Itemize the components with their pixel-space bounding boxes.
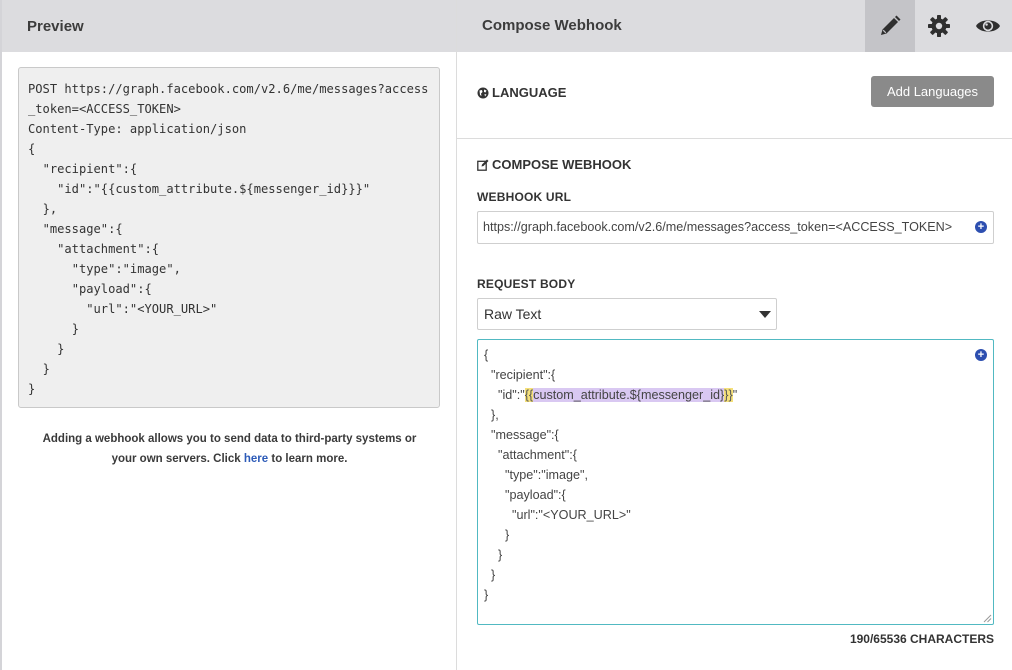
language-label: LANGUAGE <box>492 85 567 100</box>
request-body-label: REQUEST BODY <box>477 277 576 291</box>
language-row: LANGUAGE Add Languages <box>477 76 994 108</box>
webhook-url-input[interactable]: https://graph.facebook.com/v2.6/me/messa… <box>477 211 994 244</box>
resize-handle-icon[interactable] <box>982 613 992 623</box>
pencil-icon <box>881 15 901 35</box>
globe-icon <box>477 87 489 98</box>
request-body-format-value: Raw Text <box>484 306 542 322</box>
eye-icon <box>975 20 1000 32</box>
preview-code-box: POST https://graph.facebook.com/v2.6/me/… <box>18 67 440 408</box>
webhook-url-label: WEBHOOK URL <box>477 190 572 204</box>
add-languages-button[interactable]: Add Languages <box>871 76 994 107</box>
language-section-title: LANGUAGE <box>477 85 566 100</box>
compose-header: Compose Webhook <box>457 0 1012 52</box>
compose-webhook-section-title: COMPOSE WEBHOOK <box>477 157 631 172</box>
body-insert-plus-icon[interactable]: + <box>975 349 987 361</box>
info-text-before: Adding a webhook allows you to send data… <box>42 433 417 465</box>
liquid-variable: custom_attribute.${messenger_id} <box>533 388 725 402</box>
info-text: Adding a webhook allows you to send data… <box>32 429 427 469</box>
preview-tab-button[interactable] <box>963 0 1012 52</box>
chevron-down-icon <box>759 311 771 318</box>
compose-title: Compose Webhook <box>482 17 622 34</box>
body-lines-after: " }, "message":{ "attachment":{ "type":"… <box>484 388 738 602</box>
url-insert-plus-icon[interactable]: + <box>975 221 987 233</box>
liquid-close-brace: }} <box>724 388 733 402</box>
learn-more-link[interactable]: here <box>244 453 268 465</box>
preview-code: POST https://graph.facebook.com/v2.6/me/… <box>28 82 429 396</box>
request-body-format-select[interactable]: Raw Text <box>477 298 777 330</box>
character-count: 190/65536 CHARACTERS <box>849 632 994 646</box>
preview-panel: Preview POST https://graph.facebook.com/… <box>0 0 457 670</box>
settings-tab-button[interactable] <box>915 0 963 52</box>
info-text-after: to learn more. <box>268 453 348 465</box>
preview-header: Preview <box>2 0 456 52</box>
edit-icon <box>477 159 489 171</box>
gear-icon <box>928 15 950 37</box>
request-body-content: { "recipient":{ "id":"{{custom_attribute… <box>484 345 987 605</box>
preview-title: Preview <box>27 17 84 35</box>
request-body-textarea[interactable]: { "recipient":{ "id":"{{custom_attribute… <box>477 339 994 625</box>
liquid-open-brace: {{ <box>524 388 534 402</box>
compose-webhook-label: COMPOSE WEBHOOK <box>492 157 632 172</box>
section-divider <box>457 138 1012 139</box>
edit-tab-button[interactable] <box>865 0 915 52</box>
webhook-composer: Preview POST https://graph.facebook.com/… <box>0 0 1012 670</box>
compose-panel: Compose Webhook LANGUAGE Add Languages C… <box>457 0 1012 670</box>
